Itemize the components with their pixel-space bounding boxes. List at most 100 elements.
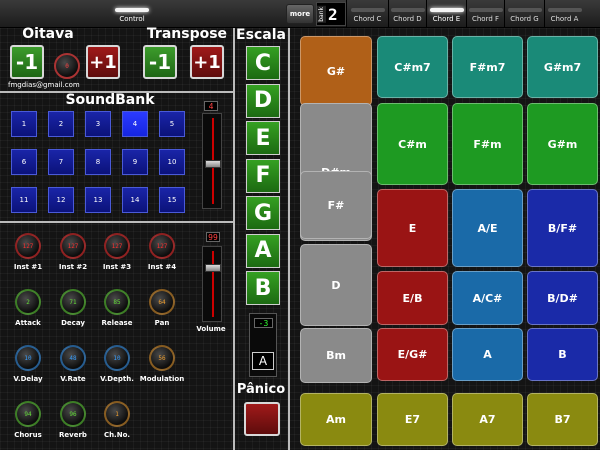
tab-chord-e[interactable]: Chord E <box>426 0 466 28</box>
chord-pad[interactable]: B/F# <box>527 189 598 267</box>
attack-knob[interactable]: 2 <box>15 289 41 315</box>
chord-pad[interactable]: B <box>527 328 598 381</box>
chord-pad[interactable]: C#m7 <box>377 36 448 98</box>
v-rate-knob[interactable]: 48 <box>60 345 86 371</box>
inst-4-knob-value: 127 <box>156 242 168 250</box>
chorus-knob-value: 94 <box>24 410 32 418</box>
soundbank-button-4[interactable]: 4 <box>122 111 148 137</box>
soundbank-button-11[interactable]: 11 <box>11 187 37 213</box>
escala-note-g[interactable]: G <box>246 196 280 230</box>
chord-pad[interactable]: F#m <box>452 103 523 185</box>
tab-indicator <box>468 8 503 12</box>
soundbank-slider[interactable] <box>202 113 222 209</box>
inst-2-knob[interactable]: 127 <box>60 233 86 259</box>
panic-button[interactable] <box>244 402 280 436</box>
chord-pad[interactable]: A <box>452 328 523 381</box>
ch-no-label: Ch.No. <box>103 431 131 439</box>
tab-chord-e-label: Chord E <box>432 15 461 23</box>
attack-knob-value: 2 <box>26 298 30 306</box>
tab-chord-a-label: Chord A <box>550 15 579 23</box>
chord-pad[interactable]: A/C# <box>452 271 523 325</box>
escala-note-f[interactable]: F <box>246 158 280 193</box>
soundbank-button-10[interactable]: 10 <box>159 149 185 175</box>
chord-pad[interactable]: F# <box>300 171 372 239</box>
chord-pad[interactable]: F#m7 <box>452 36 523 98</box>
soundbank-button-7[interactable]: 7 <box>48 149 74 175</box>
reverb-label: Reverb <box>59 431 87 439</box>
transpose-minus-button[interactable]: -1 <box>143 45 177 79</box>
tab-chord-g[interactable]: Chord G <box>504 0 544 28</box>
tab-chord-f-label: Chord F <box>471 15 500 23</box>
reverb-knob[interactable]: 96 <box>60 401 86 427</box>
v-delay-knob-value: 10 <box>24 354 32 362</box>
escala-note-e[interactable]: E <box>246 121 280 155</box>
key-offset-value: -3 <box>254 318 273 328</box>
soundbank-button-14[interactable]: 14 <box>122 187 148 213</box>
ch-no-knob[interactable]: 1 <box>104 401 130 427</box>
chord-pad[interactable]: E/B <box>377 271 448 325</box>
tab-chord-a[interactable]: Chord A <box>544 0 584 28</box>
divider <box>0 221 233 223</box>
inst-2-knob-value: 127 <box>67 242 79 250</box>
soundbank-slider-handle[interactable] <box>205 160 221 169</box>
soundbank-button-13[interactable]: 13 <box>85 187 111 213</box>
chord-pad[interactable]: G# <box>300 36 372 106</box>
soundbank-button-3[interactable]: 3 <box>85 111 111 137</box>
transpose-plus-button[interactable]: +1 <box>190 45 224 79</box>
pan-knob[interactable]: 64 <box>149 289 175 315</box>
escala-note-d[interactable]: D <box>246 83 280 118</box>
chord-pad[interactable]: E/G# <box>377 328 448 381</box>
oitava-minus-button[interactable]: -1 <box>10 45 44 79</box>
inst-3-knob[interactable]: 127 <box>104 233 130 259</box>
modulation-knob-value: 56 <box>158 354 166 362</box>
escala-note-b[interactable]: B <box>246 271 280 305</box>
inst-4-knob[interactable]: 127 <box>149 233 175 259</box>
modulation-knob[interactable]: 56 <box>149 345 175 371</box>
soundbank-button-2[interactable]: 2 <box>48 111 74 137</box>
bank-selector[interactable]: bank 2 <box>316 2 346 26</box>
chord-pad[interactable]: A7 <box>452 393 523 446</box>
chord-pad[interactable]: B/D# <box>527 271 598 325</box>
tab-chord-d[interactable]: Chord D <box>388 0 426 28</box>
chord-pad[interactable]: Bm <box>300 328 372 383</box>
decay-knob[interactable]: 71 <box>60 289 86 315</box>
v-depth-knob[interactable]: 10 <box>104 345 130 371</box>
soundbank-button-15[interactable]: 15 <box>159 187 185 213</box>
volume-value: 99 <box>206 232 220 242</box>
tab-control[interactable]: Control <box>100 0 164 28</box>
tab-indicator <box>390 8 425 12</box>
tab-chord-f[interactable]: Chord F <box>466 0 504 28</box>
chord-pad[interactable]: A/E <box>452 189 523 267</box>
attack-label: Attack <box>15 319 41 327</box>
v-delay-knob[interactable]: 10 <box>15 345 41 371</box>
chorus-label: Chorus <box>14 431 42 439</box>
chord-pad[interactable]: D <box>300 244 372 326</box>
chord-pad[interactable]: C#m <box>377 103 448 185</box>
soundbank-button-1[interactable]: 1 <box>11 111 37 137</box>
release-knob[interactable]: 85 <box>104 289 130 315</box>
chord-pad[interactable]: E <box>377 189 448 267</box>
chord-pad[interactable]: G#m <box>527 103 598 185</box>
chord-pad[interactable]: B7 <box>527 393 598 446</box>
tab-chord-c-label: Chord C <box>353 15 382 23</box>
chord-pad[interactable]: Am <box>300 393 372 446</box>
volume-slider-handle[interactable] <box>205 264 221 273</box>
volume-slider[interactable] <box>202 246 222 322</box>
escala-note-a[interactable]: A <box>246 233 280 268</box>
oitava-knob[interactable]: 0 <box>54 53 80 79</box>
tab-indicator <box>429 8 464 12</box>
more-button[interactable]: more <box>286 4 314 24</box>
escala-note-c[interactable]: C <box>246 46 280 80</box>
chorus-knob[interactable]: 94 <box>15 401 41 427</box>
inst-1-knob[interactable]: 127 <box>15 233 41 259</box>
chord-pad[interactable]: E7 <box>377 393 448 446</box>
soundbank-button-8[interactable]: 8 <box>85 149 111 175</box>
soundbank-button-6[interactable]: 6 <box>11 149 37 175</box>
oitava-plus-button[interactable]: +1 <box>86 45 120 79</box>
soundbank-button-5[interactable]: 5 <box>159 111 185 137</box>
chord-pad[interactable]: G#m7 <box>527 36 598 98</box>
bank-number: 2 <box>328 4 338 24</box>
tab-chord-c[interactable]: Chord C <box>346 0 388 28</box>
soundbank-button-9[interactable]: 9 <box>122 149 148 175</box>
soundbank-button-12[interactable]: 12 <box>48 187 74 213</box>
